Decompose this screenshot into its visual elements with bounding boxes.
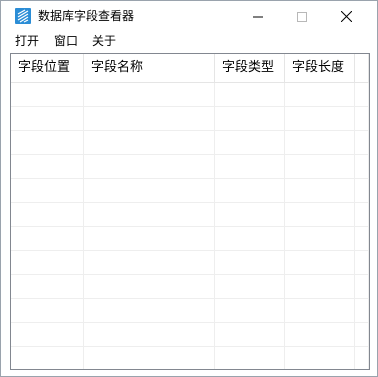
empty-grid-cell <box>215 203 285 227</box>
empty-grid-cell <box>285 155 355 179</box>
empty-grid-cell <box>355 155 369 179</box>
empty-grid-cell <box>355 107 369 131</box>
empty-grid-cell <box>215 275 285 299</box>
empty-grid-row <box>11 155 369 179</box>
menu-open[interactable]: 打开 <box>15 33 39 49</box>
empty-grid-cell <box>11 275 84 299</box>
column-header-type[interactable]: 字段类型 <box>215 54 285 82</box>
empty-grid-cell <box>355 131 369 155</box>
empty-grid-cell <box>84 203 215 227</box>
empty-grid-cell <box>11 299 84 323</box>
empty-grid-cell <box>84 155 215 179</box>
empty-grid-cell <box>84 299 215 323</box>
column-header-length[interactable]: 字段长度 <box>285 54 355 82</box>
empty-grid-cell <box>215 227 285 251</box>
column-header-filler <box>355 54 369 82</box>
empty-grid-cell <box>215 347 285 369</box>
database-app-icon <box>15 8 31 24</box>
empty-grid-row <box>11 227 369 251</box>
empty-grid-cell <box>355 323 369 347</box>
empty-grid-cell <box>355 179 369 203</box>
menu-bar: 打开 窗口 关于 <box>1 31 377 51</box>
empty-grid-cell <box>84 83 215 107</box>
empty-grid-cell <box>355 299 369 323</box>
empty-grid-cell <box>84 347 215 369</box>
empty-grid-cell <box>11 251 84 275</box>
empty-grid-cell <box>84 107 215 131</box>
empty-grid-cell <box>285 323 355 347</box>
empty-grid-cell <box>285 299 355 323</box>
empty-grid-cell <box>11 323 84 347</box>
empty-grid-cell <box>285 347 355 369</box>
empty-grid-cell <box>355 347 369 369</box>
empty-grid-cell <box>285 83 355 107</box>
empty-grid-row <box>11 323 369 347</box>
maximize-icon <box>297 7 307 26</box>
empty-grid-row <box>11 107 369 131</box>
empty-grid-cell <box>355 203 369 227</box>
empty-grid-cell <box>11 83 84 107</box>
empty-grid-cell <box>11 155 84 179</box>
empty-grid-cell <box>215 131 285 155</box>
empty-grid-cell <box>285 131 355 155</box>
empty-grid-cell <box>11 131 84 155</box>
close-button[interactable] <box>323 1 369 31</box>
empty-grid-row <box>11 83 369 107</box>
empty-grid-row <box>11 299 369 323</box>
empty-grid-cell <box>11 107 84 131</box>
empty-grid-row <box>11 251 369 275</box>
empty-grid-cell <box>215 83 285 107</box>
empty-grid-cell <box>285 203 355 227</box>
empty-grid-cell <box>285 179 355 203</box>
column-header-position[interactable]: 字段位置 <box>11 54 84 82</box>
empty-grid-cell <box>84 275 215 299</box>
empty-grid-cell <box>215 299 285 323</box>
empty-grid-cell <box>215 155 285 179</box>
minimize-icon <box>253 7 263 26</box>
empty-grid-cell <box>285 251 355 275</box>
empty-grid-cell <box>355 227 369 251</box>
close-icon <box>340 7 352 26</box>
main-window: 数据库字段查看器 打开 窗口 关于 字段位置 字段名称 字段类型 字段长度 <box>0 0 378 377</box>
empty-grid-cell <box>11 347 84 369</box>
table-body[interactable] <box>11 83 369 369</box>
empty-grid-cell <box>355 251 369 275</box>
window-title: 数据库字段查看器 <box>38 9 135 23</box>
empty-grid-cell <box>84 323 215 347</box>
empty-grid-cell <box>285 107 355 131</box>
empty-grid-cell <box>84 227 215 251</box>
empty-grid-cell <box>285 227 355 251</box>
title-bar[interactable]: 数据库字段查看器 <box>1 1 377 31</box>
empty-grid-cell <box>355 275 369 299</box>
empty-grid-cell <box>84 251 215 275</box>
menu-about[interactable]: 关于 <box>92 33 116 49</box>
empty-grid-cell <box>84 179 215 203</box>
empty-grid-cell <box>215 179 285 203</box>
empty-grid-cell <box>84 131 215 155</box>
empty-grid-cell <box>11 179 84 203</box>
table-header: 字段位置 字段名称 字段类型 字段长度 <box>11 54 369 83</box>
menu-window[interactable]: 窗口 <box>54 33 78 49</box>
empty-grid-cell <box>215 107 285 131</box>
empty-grid-row <box>11 131 369 155</box>
empty-grid-row <box>11 179 369 203</box>
empty-grid-cell <box>215 323 285 347</box>
empty-grid-row <box>11 203 369 227</box>
empty-grid-cell <box>285 275 355 299</box>
empty-grid-cell <box>215 251 285 275</box>
empty-grid-cell <box>355 83 369 107</box>
empty-grid-row <box>11 275 369 299</box>
minimize-button[interactable] <box>235 1 281 31</box>
empty-grid-cell <box>11 203 84 227</box>
maximize-button[interactable] <box>279 1 325 31</box>
column-header-name[interactable]: 字段名称 <box>84 54 215 82</box>
empty-grid-row <box>11 347 369 369</box>
empty-grid-cell <box>11 227 84 251</box>
fields-table[interactable]: 字段位置 字段名称 字段类型 字段长度 <box>10 53 370 370</box>
